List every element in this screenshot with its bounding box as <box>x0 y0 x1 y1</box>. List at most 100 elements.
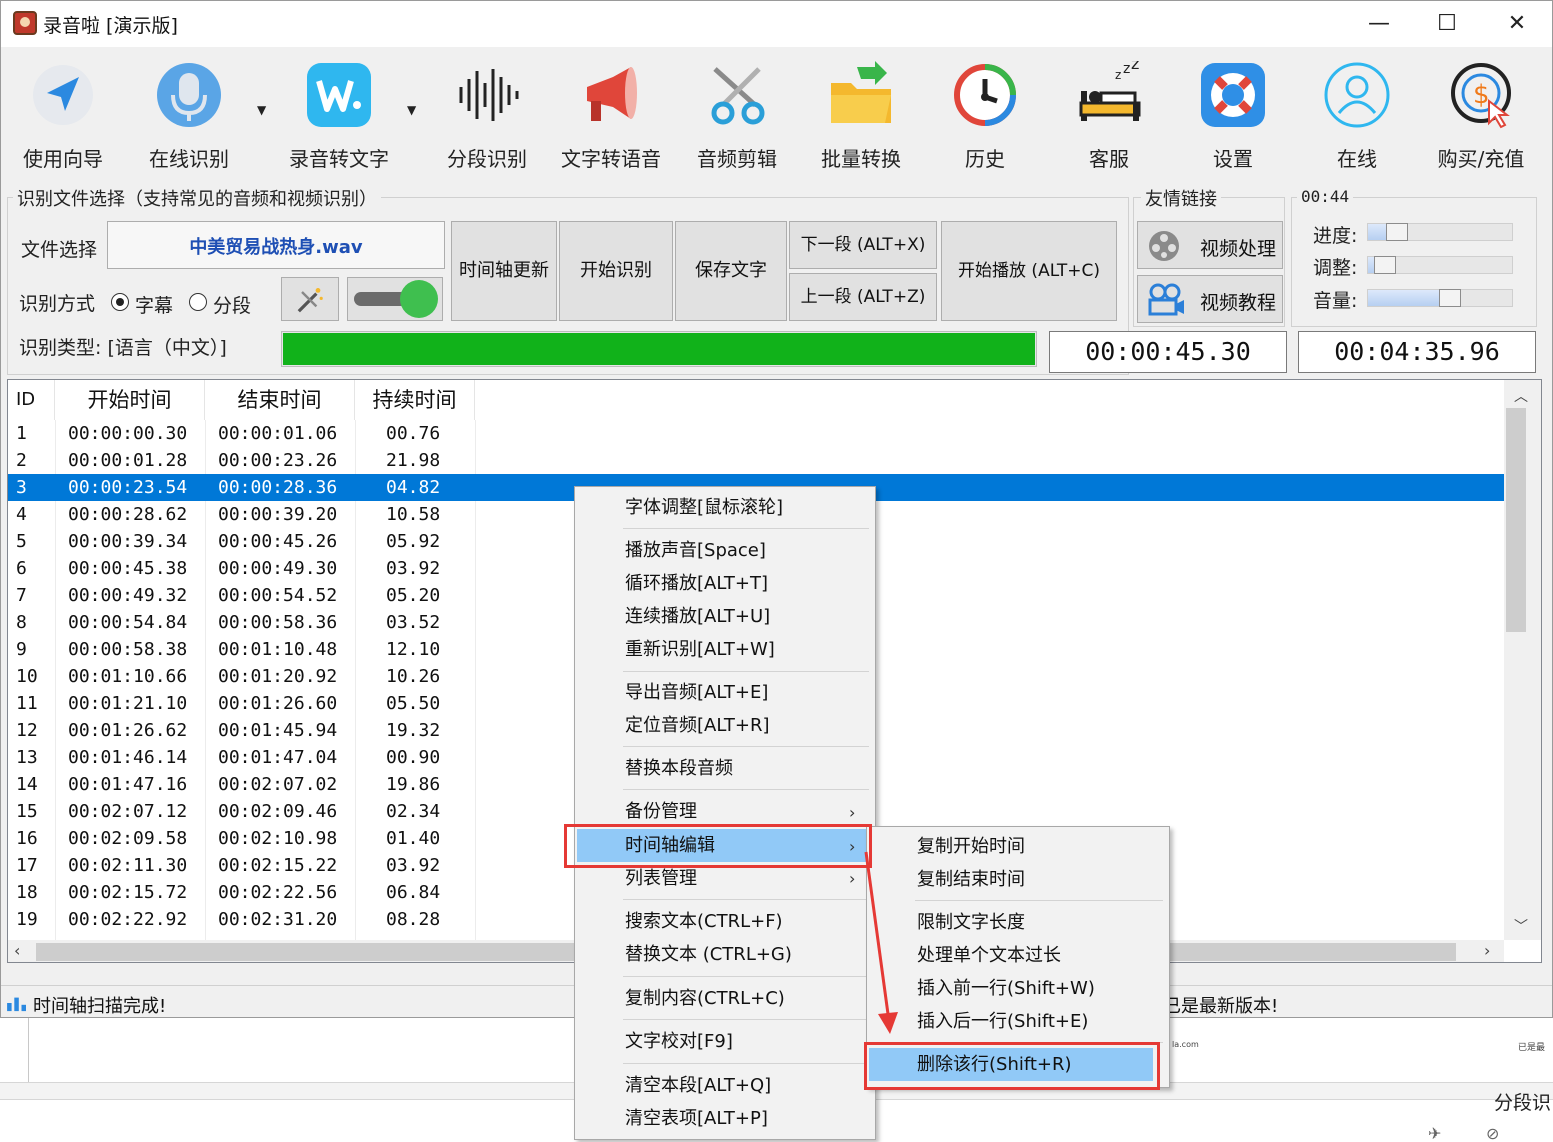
save-text-button[interactable]: 保存文字 <box>675 221 787 321</box>
menu-item-search-text[interactable]: 搜索文本(CTRL+F) <box>577 905 869 938</box>
column-header-duration[interactable]: 持续时间 <box>355 380 475 420</box>
video-tutorial-button[interactable]: 视频教程 <box>1137 275 1283 323</box>
prev-segment-button[interactable]: 上一段 (ALT+Z) <box>789 273 937 321</box>
column-header-end[interactable]: 结束时间 <box>205 380 355 420</box>
microphone-icon <box>157 63 221 127</box>
column-header-id[interactable]: ID <box>8 380 55 420</box>
menu-item-play-sound[interactable]: 播放声音[Space] <box>577 534 869 567</box>
tools-button[interactable] <box>281 277 339 321</box>
tool-guide-button[interactable]: 使用向导 <box>3 53 123 175</box>
slider-thumb[interactable] <box>1374 256 1396 274</box>
menu-item-copy-content[interactable]: 复制内容(CTRL+C) <box>577 982 869 1015</box>
toggle-switch[interactable] <box>347 277 443 321</box>
cell-duration: 08.28 <box>386 909 441 930</box>
scroll-down-icon[interactable]: ﹀ <box>1514 916 1528 936</box>
maximize-button[interactable]: ☐ <box>1412 1 1482 47</box>
tool-customer-service-button[interactable]: zzz 客服 <box>1049 53 1169 175</box>
status-right-text: 已是最新版本! <box>1163 996 1279 1017</box>
cell-duration: 06.84 <box>386 882 441 903</box>
menu-item-clear-items[interactable]: 清空表项[ALT+P] <box>577 1102 869 1135</box>
tool-audio-edit-button[interactable]: 音频剪辑 <box>677 53 797 175</box>
video-camera-icon <box>1148 283 1184 316</box>
menu-item-replace-text[interactable]: 替换文本 (CTRL+G) <box>577 938 869 971</box>
start-playback-button[interactable]: 开始播放 (ALT+C) <box>941 221 1117 321</box>
total-time-display: 00:04:35.96 <box>1298 331 1536 373</box>
segment-radio[interactable] <box>189 293 207 311</box>
menu-item-re-recognize[interactable]: 重新识别[ALT+W] <box>577 633 869 666</box>
tool-label: 设置 <box>1213 147 1253 171</box>
rocket-icon[interactable]: ✈ <box>1428 1124 1441 1142</box>
column-header-start[interactable]: 开始时间 <box>55 380 205 420</box>
video-tutorial-label: 视频教程 <box>1200 292 1277 314</box>
menu-separator <box>915 900 1163 901</box>
progress-slider[interactable] <box>1367 223 1513 241</box>
file-select-button[interactable]: 中美贸易战热身.wav <box>107 221 445 269</box>
video-process-button[interactable]: 视频处理 <box>1137 221 1283 269</box>
tool-text-to-speech-button[interactable]: 文字转语音 <box>551 53 671 175</box>
table-row[interactable]: 1 00:00:00.30 00:00:01.06 00.76 <box>8 420 1504 447</box>
scroll-right-icon[interactable]: › <box>1484 941 1490 960</box>
menu-item-font-adjust[interactable]: 字体调整[鼠标滚轮] <box>577 491 869 524</box>
menu-item-locate-audio[interactable]: 定位音频[ALT+R] <box>577 709 869 742</box>
table-row[interactable]: 2 00:00:01.28 00:00:23.26 21.98 <box>8 447 1504 474</box>
recognition-progress-fill <box>283 333 1035 365</box>
tool-batch-convert-button[interactable]: 批量转换 <box>801 53 921 175</box>
close-button[interactable]: ✕ <box>1482 1 1552 47</box>
cell-start-time: 00:01:46.14 <box>68 747 188 768</box>
menu-separator <box>623 671 869 672</box>
start-recognition-button[interactable]: 开始识别 <box>559 221 673 321</box>
menu-item-continuous-play[interactable]: 连续播放[ALT+U] <box>577 600 869 633</box>
tool-settings-button[interactable]: 设置 <box>1173 53 1293 175</box>
adjust-label: 调整: <box>1313 257 1358 279</box>
vertical-scrollbar[interactable]: ︿ ﹀ <box>1504 380 1541 940</box>
timeline-update-button[interactable]: 时间轴更新 <box>451 221 557 321</box>
scroll-up-icon[interactable]: ︿ <box>1514 386 1528 406</box>
cell-duration: 00.76 <box>386 423 441 444</box>
slider-thumb[interactable] <box>1386 223 1408 241</box>
cell-end-time: 00:02:15.22 <box>218 855 338 876</box>
cell-id: 10 <box>16 666 38 687</box>
table-header: ID 开始时间 结束时间 持续时间 <box>8 380 1504 420</box>
annotation-highlight-box <box>864 1042 1160 1090</box>
prev-segment-label: 上一段 (ALT+Z) <box>800 287 926 307</box>
tool-segment-recog-button[interactable]: 分段识别 <box>427 53 547 175</box>
video-process-label: 视频处理 <box>1200 238 1277 260</box>
cell-end-time: 00:02:09.46 <box>218 801 338 822</box>
cell-duration: 21.98 <box>386 450 441 471</box>
cell-start-time: 00:01:47.16 <box>68 774 188 795</box>
tool-record-to-text-button[interactable]: 录音转文字 <box>279 53 399 175</box>
slider-thumb[interactable] <box>1439 289 1461 307</box>
next-segment-button[interactable]: 下一段 (ALT+X) <box>789 221 937 269</box>
menu-item-export-audio[interactable]: 导出音频[ALT+E] <box>577 676 869 709</box>
megaphone-icon <box>587 67 637 121</box>
scroll-left-icon[interactable]: ‹ <box>14 941 20 960</box>
menu-item-replace-segment-audio[interactable]: 替换本段音频 <box>577 752 869 785</box>
cell-id: 3 <box>16 477 27 498</box>
cell-duration: 03.92 <box>386 855 441 876</box>
menu-item-text-proofread[interactable]: 文字校对[F9] <box>577 1025 869 1058</box>
segment-radio-label[interactable]: 分段 <box>213 291 251 318</box>
tool-history-button[interactable]: 历史 <box>925 53 1045 175</box>
vertical-scroll-thumb[interactable] <box>1506 408 1526 632</box>
chevron-down-icon[interactable]: ▼ <box>257 103 266 117</box>
menu-item-loop-play[interactable]: 循环播放[ALT+T] <box>577 567 869 600</box>
subtitle-radio-label[interactable]: 字幕 <box>135 291 173 318</box>
start-playback-label: 开始播放 (ALT+C) <box>958 261 1100 281</box>
dollar-cursor-icon: $ <box>1451 63 1511 129</box>
subtitle-radio[interactable] <box>111 293 129 311</box>
cell-id: 5 <box>16 531 27 552</box>
tool-online-recog-button[interactable]: 在线识别 <box>129 53 249 175</box>
chevron-down-icon[interactable]: ▼ <box>407 103 416 117</box>
volume-slider[interactable] <box>1367 289 1513 307</box>
cell-id: 1 <box>16 423 27 444</box>
context-menu: 字体调整[鼠标滚轮] 播放声音[Space] 循环播放[ALT+T] 连续播放[ALT… <box>574 486 876 1140</box>
tool-label: 客服 <box>1089 147 1129 171</box>
tool-online-button[interactable]: 在线 <box>1297 53 1417 175</box>
cell-start-time: 00:00:45.38 <box>68 558 188 579</box>
cell-end-time: 00:00:01.06 <box>218 423 338 444</box>
tool-purchase-button[interactable]: $ 购买/充值 <box>1421 53 1541 175</box>
mute-icon[interactable]: ⊘ <box>1486 1124 1499 1142</box>
adjust-slider[interactable] <box>1367 256 1513 274</box>
menu-item-clear-segment[interactable]: 清空本段[ALT+Q] <box>577 1069 869 1102</box>
minimize-button[interactable]: — <box>1344 1 1414 47</box>
